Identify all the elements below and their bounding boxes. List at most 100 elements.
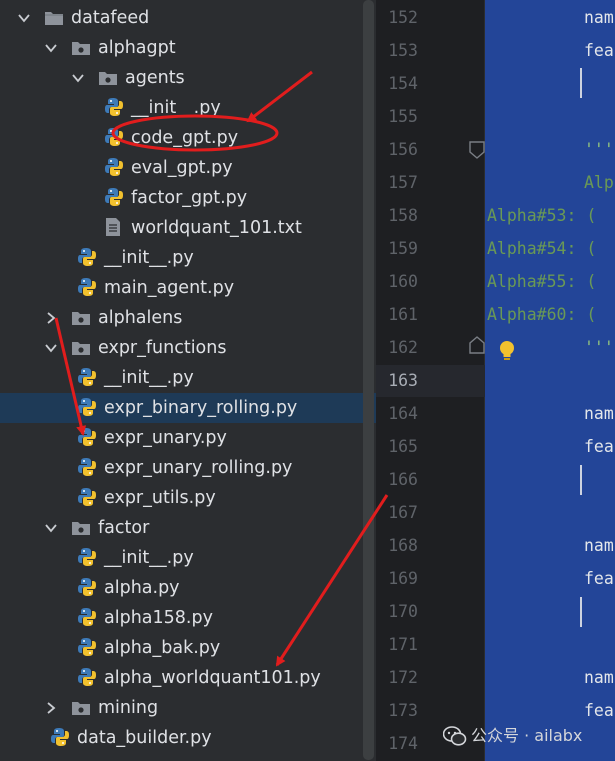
line-number-text: 171 [388, 635, 418, 654]
tree-item[interactable]: data_builder.py [0, 723, 376, 753]
line-number-text: 164 [388, 404, 418, 423]
tree-item[interactable]: alpha_bak.py [0, 633, 376, 663]
tree-item-label: main_agent.py [104, 278, 235, 298]
tree-item[interactable]: datafeed [0, 3, 376, 33]
tree-item[interactable]: __init__.py [0, 243, 376, 273]
tree-item-label: datafeed [71, 8, 150, 28]
line-number-text: 173 [388, 701, 418, 720]
watermark-text: 公众号 · ailabx [471, 726, 583, 745]
python-file-icon [77, 577, 97, 596]
tree-item[interactable]: alphalens [0, 303, 376, 333]
python-file-icon [104, 157, 124, 176]
chevron-right-icon[interactable] [44, 701, 58, 715]
chevron-down-icon[interactable] [44, 41, 58, 55]
line-number-text: 155 [388, 107, 418, 126]
tree-scrollbar[interactable] [363, 0, 374, 760]
line-number-text: 160 [388, 272, 418, 291]
python-file-icon [77, 667, 97, 686]
tree-item[interactable]: factor [0, 513, 376, 543]
ide-window: datafeed alphagpt agents __init__.py code_gp… [0, 0, 615, 761]
wechat-icon [443, 726, 467, 746]
code-line: Alp [584, 173, 614, 192]
chevron-down-icon[interactable] [71, 71, 85, 85]
lightbulb-icon[interactable] [497, 339, 517, 363]
code-line: Alpha#53: ( [487, 206, 597, 225]
tree-item-label: agents [125, 68, 185, 88]
tree-item[interactable]: eval_gpt.py [0, 153, 376, 183]
code-editor[interactable] [485, 0, 615, 761]
tree-item-label: alpha_bak.py [104, 638, 221, 658]
tree-item[interactable]: alpha158.py [0, 603, 376, 633]
tree-item-label: expr_utils.py [104, 488, 216, 508]
chevron-down-icon[interactable] [44, 521, 58, 535]
fold-end-marker-icon[interactable] [469, 336, 485, 354]
tree-item[interactable]: expr_binary_rolling.py [0, 393, 376, 423]
indent-guide [580, 597, 582, 627]
tree-item[interactable]: alphagpt [0, 33, 376, 63]
tree-item[interactable]: expr_functions [0, 333, 376, 363]
tree-item[interactable]: alpha.py [0, 573, 376, 603]
package-folder-icon [71, 339, 91, 357]
tree-item-label: alphalens [98, 308, 183, 328]
tree-item[interactable]: expr_unary_rolling.py [0, 453, 376, 483]
tree-item-label: expr_binary_rolling.py [104, 398, 298, 418]
chevron-down-icon[interactable] [17, 11, 31, 25]
code-line: nam [584, 668, 614, 687]
tree-item[interactable]: code_gpt.py [0, 123, 376, 153]
package-folder-icon [98, 69, 118, 87]
tree-item[interactable]: main_agent.py [0, 273, 376, 303]
line-number-text: 152 [388, 8, 418, 27]
code-line: nam [584, 536, 614, 555]
indent-guide [580, 465, 582, 495]
python-file-icon [77, 607, 97, 626]
python-file-icon [104, 127, 124, 146]
line-number-text: 166 [388, 470, 418, 489]
tree-item-label: factor_gpt.py [131, 188, 248, 208]
tree-item-label: __init__.py [104, 548, 194, 568]
tree-item[interactable]: worldquant_101.txt [0, 213, 376, 243]
python-file-icon [104, 187, 124, 206]
tree-item-label: alpha.py [104, 578, 180, 598]
python-file-icon [77, 397, 97, 416]
line-number-text: 174 [388, 734, 418, 753]
tree-item-label: alpha_worldquant101.py [104, 668, 321, 688]
code-line: ''' [584, 140, 614, 159]
chevron-right-icon[interactable] [44, 311, 58, 325]
tree-item-label: factor [98, 518, 150, 538]
python-file-icon [104, 97, 124, 116]
line-number-text: 154 [388, 74, 418, 93]
tree-item[interactable]: __init__.py [0, 543, 376, 573]
tree-item-label: expr_functions [98, 338, 227, 358]
tree-item[interactable]: mining [0, 693, 376, 723]
line-number-text: 168 [388, 536, 418, 555]
line-number-text: 169 [388, 569, 418, 588]
tree-item[interactable]: __init__.py [0, 93, 376, 123]
chevron-down-icon[interactable] [44, 341, 58, 355]
tree-item-label: alpha158.py [104, 608, 213, 628]
text-file-icon [104, 217, 124, 236]
tree-item-label: __init__.py [104, 248, 194, 268]
line-number-text: 159 [388, 239, 418, 258]
line-number-text: 161 [388, 305, 418, 324]
tree-item[interactable]: expr_utils.py [0, 483, 376, 513]
tree-item[interactable]: agents [0, 63, 376, 93]
tree-item[interactable]: factor_gpt.py [0, 183, 376, 213]
python-file-icon [77, 367, 97, 386]
tree-item-label: expr_unary.py [104, 428, 227, 448]
tree-item[interactable]: expr_unary.py [0, 423, 376, 453]
python-file-icon [77, 487, 97, 506]
line-number-text: 172 [388, 668, 418, 687]
folder-icon [44, 9, 64, 27]
package-folder-icon [71, 39, 91, 57]
code-line: Alpha#60: ( [487, 305, 597, 324]
python-file-icon [77, 637, 97, 656]
code-line: fea [584, 437, 614, 456]
code-line: Alpha#54: ( [487, 239, 597, 258]
tree-item[interactable]: alpha_worldquant101.py [0, 663, 376, 693]
python-file-icon [77, 277, 97, 296]
fold-marker-icon[interactable] [469, 141, 485, 159]
tree-item-label: expr_unary_rolling.py [104, 458, 293, 478]
python-file-icon [77, 457, 97, 476]
indent-guide [580, 68, 582, 98]
tree-item[interactable]: __init__.py [0, 363, 376, 393]
